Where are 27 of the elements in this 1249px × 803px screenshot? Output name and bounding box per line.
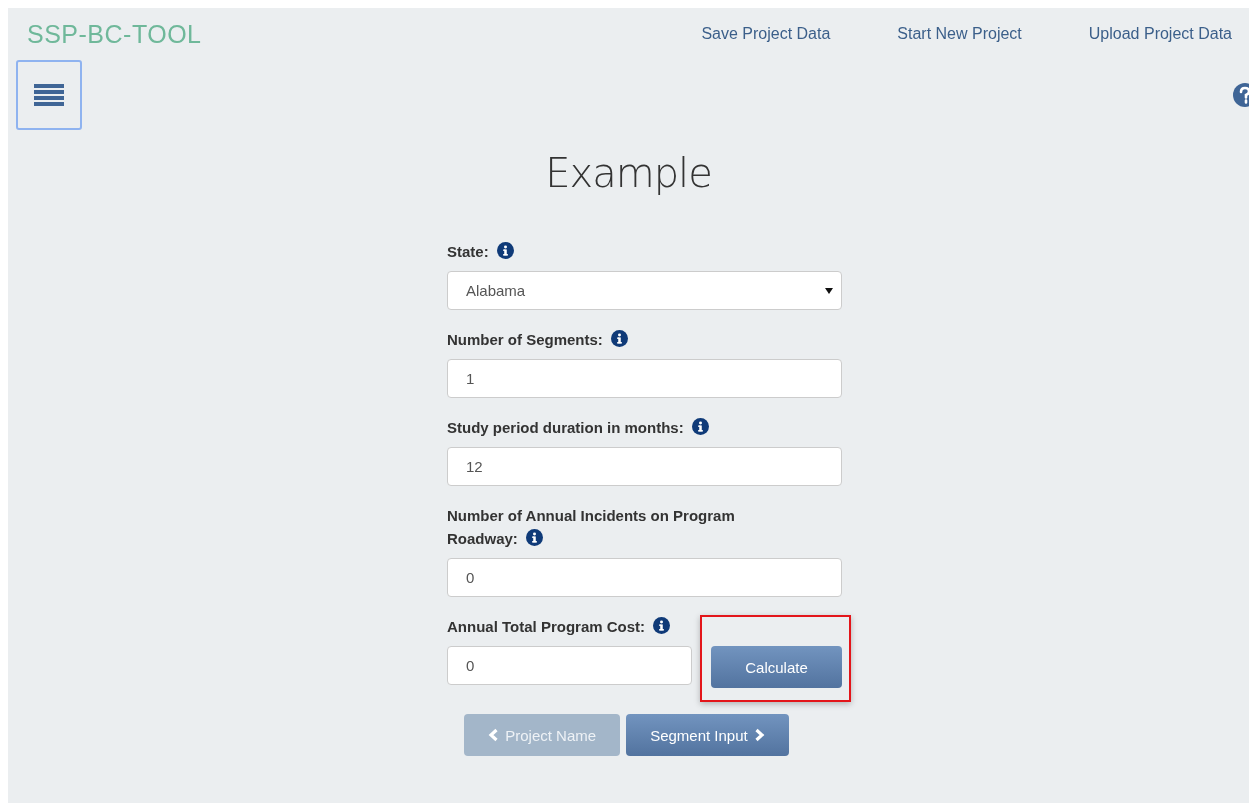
nav-link[interactable]: Start New Project	[897, 25, 1022, 43]
chevron-right-icon	[753, 728, 765, 742]
menu-icon	[34, 83, 64, 107]
chevron-left-icon	[488, 728, 500, 742]
info-icon[interactable]	[610, 330, 628, 347]
next-button[interactable]: Segment Input	[626, 714, 789, 756]
menu-button[interactable]	[16, 60, 82, 130]
calculate-button[interactable]: Calculate	[711, 646, 842, 688]
info-icon[interactable]	[496, 242, 514, 259]
input-field[interactable]: 0	[447, 558, 842, 597]
field-label: Study period duration in months:	[447, 419, 709, 436]
page-title: Example	[544, 150, 713, 196]
nav-link[interactable]: Upload Project Data	[1088, 25, 1232, 43]
input-field[interactable]: 1	[447, 359, 842, 398]
input-field[interactable]: 12	[447, 447, 842, 486]
field-label: Annual Total Program Cost:	[447, 618, 671, 635]
info-icon[interactable]	[691, 418, 709, 435]
field-label: Number of Segments:	[447, 331, 628, 348]
dropdown-caret-icon	[825, 287, 833, 294]
nav-link[interactable]: Save Project Data	[701, 25, 831, 43]
info-icon[interactable]	[653, 617, 671, 634]
field-label: Number of Annual Incidents on Program Roadway:	[447, 507, 735, 547]
help-icon[interactable]	[1232, 82, 1249, 108]
info-icon[interactable]	[525, 529, 543, 546]
input-field[interactable]: 0	[447, 646, 692, 685]
state-dropdown[interactable]: Alabama	[447, 271, 842, 310]
field-label: State:	[447, 243, 514, 260]
